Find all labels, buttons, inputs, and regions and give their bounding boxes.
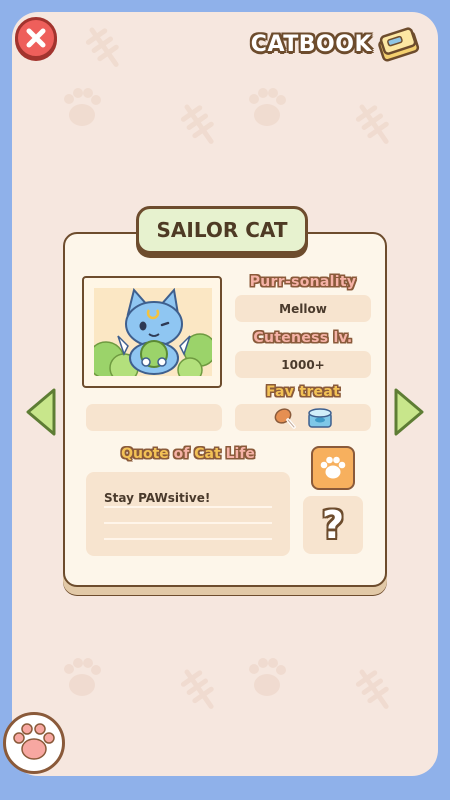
quote-text: Stay PAWsitive! [104,491,211,505]
arrow-right-icon[interactable] [392,386,426,438]
quote-box: Stay PAWsitive! [86,472,290,556]
personality-value: Mellow [235,295,371,322]
drumstick-icon [274,407,296,429]
quote-title: Quote of Cat Life [86,446,290,462]
cat-portrait-frame [82,276,222,388]
sailor-cat-illustration [94,288,212,376]
mystery-button[interactable]: ? [303,496,363,554]
close-button[interactable] [15,17,57,59]
fish-can-icon [308,407,332,428]
fav-treat-box [235,404,371,431]
cuteness-value: 1000+ [235,351,371,378]
cat-portrait [94,288,212,376]
book-icon [378,27,420,62]
quote-line [104,506,272,508]
quote-title-word: Life [225,446,255,462]
page-title: CATBOOK [250,31,372,57]
catbook-header: CATBOOK [251,26,422,62]
cat-name: SAILOR CAT [156,218,288,242]
quote-line [104,522,272,524]
quote-title-word: of [173,446,190,462]
paw-button[interactable] [311,446,355,490]
paw-icon [320,456,346,479]
cat-name-badge: SAILOR CAT [136,206,308,254]
quote-title-word: Quote [121,446,169,462]
personality-label: Purr-sonality [249,274,357,290]
empty-info-slot [86,404,222,431]
quote-title-word: Cat [194,446,221,462]
cuteness-label: Cuteness lv. [253,330,353,346]
close-x-icon [26,28,46,48]
question-mark: ? [321,503,345,547]
paw-menu-button[interactable] [3,712,65,774]
fav-treat-label: Fav treat [265,384,341,400]
arrow-left-icon[interactable] [24,386,58,438]
quote-line [104,538,272,540]
paw-icon [13,723,55,760]
